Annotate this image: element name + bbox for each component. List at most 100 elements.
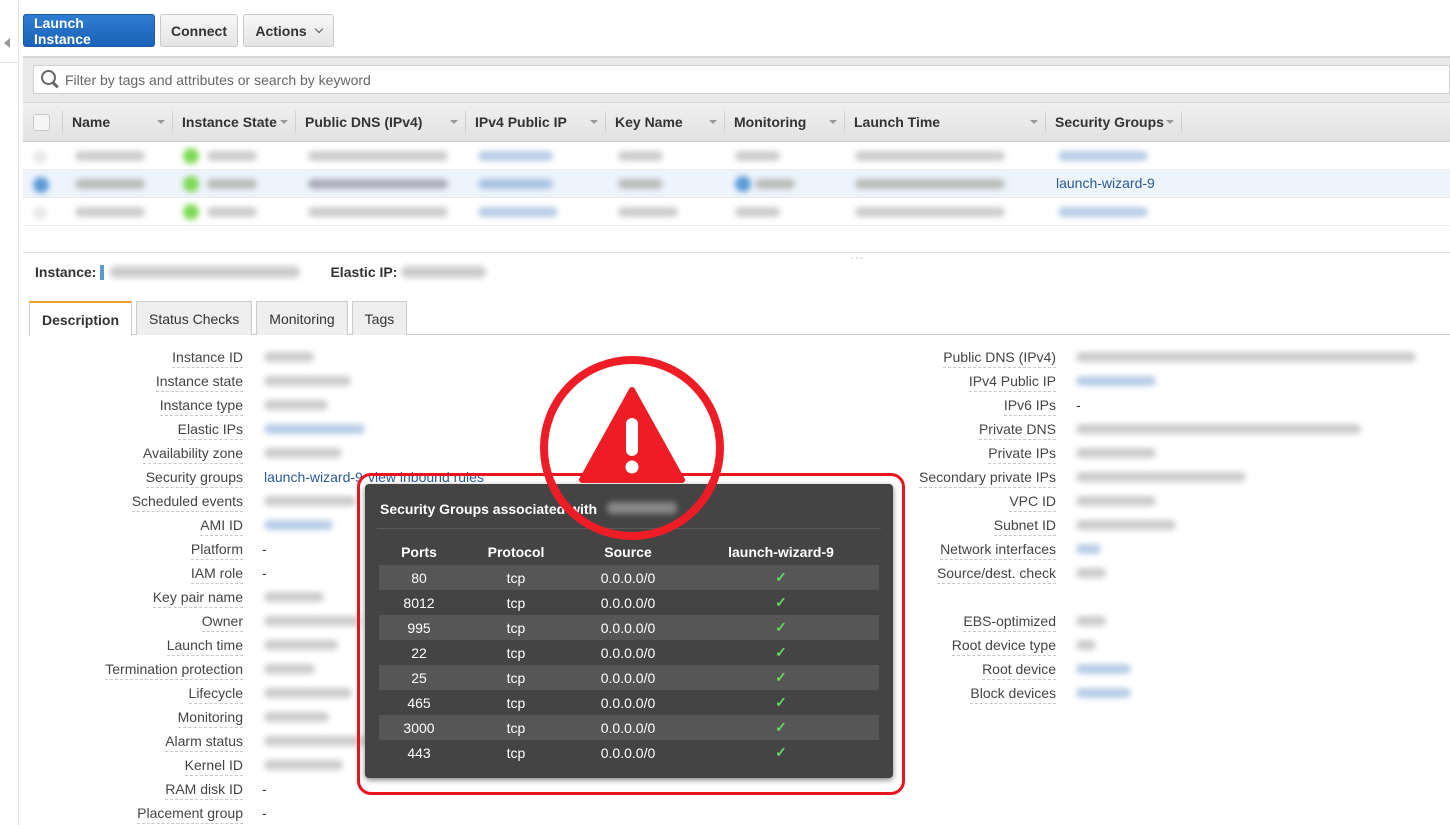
sort-caret-icon (590, 120, 598, 124)
redacted-key (618, 179, 663, 189)
connect-button[interactable]: Connect (160, 14, 238, 47)
detail-value: - (262, 781, 267, 797)
detail-label: Secondary private IPs (919, 469, 1056, 488)
row-radio-selected[interactable] (33, 177, 49, 193)
redacted-key (618, 151, 663, 161)
tab-monitoring[interactable]: Monitoring (256, 301, 348, 335)
redacted-ip (478, 151, 553, 161)
toolbar: Launch Instance Connect Actions (23, 14, 334, 47)
detail-field: Private DNS (0, 417, 1361, 441)
sort-caret-icon (1030, 120, 1038, 124)
sort-caret-icon (1166, 120, 1174, 124)
warning-annotation (540, 356, 724, 540)
column-header-instance-state[interactable]: Instance State (172, 111, 295, 133)
redacted-monitoring (755, 179, 795, 189)
chevron-down-icon (314, 24, 323, 33)
detail-field: IPv4 Public IP (0, 369, 1156, 393)
column-label: Public DNS (IPv4) (305, 114, 423, 130)
select-all-checkbox[interactable] (33, 113, 50, 131)
detail-field: Placement group - (0, 801, 267, 825)
column-header-monitoring[interactable]: Monitoring (724, 111, 844, 133)
detail-label: Root device (982, 661, 1056, 680)
table-header: Name Instance State Public DNS (IPv4) IP… (23, 102, 1450, 142)
detail-field: Private IPs (0, 441, 1156, 465)
redacted-monitoring (735, 151, 780, 161)
detail-field: IPv6 IPs - (0, 393, 1081, 417)
column-label: Key Name (615, 114, 683, 130)
redacted-name (75, 207, 145, 217)
instance-label: Instance: (35, 264, 97, 280)
redacted-key (618, 207, 678, 217)
table-row-selected[interactable]: launch-wizard-9 (23, 170, 1450, 198)
search-icon (40, 69, 62, 91)
column-header-launch-time[interactable]: Launch Time (844, 111, 1045, 133)
detail-label: Subnet ID (993, 517, 1056, 536)
redacted-value (1076, 352, 1416, 362)
search-input[interactable] (62, 66, 1449, 93)
detail-label: Private DNS (978, 421, 1056, 440)
resize-handle[interactable]: ◦◦◦ (851, 255, 864, 262)
column-header-name[interactable]: Name (62, 111, 172, 133)
redacted-monitoring (735, 207, 780, 217)
redacted-ip (478, 179, 553, 189)
detail-field: Public DNS (IPv4) (0, 345, 1416, 369)
redacted-instance-id (110, 266, 301, 278)
redacted-value (1076, 640, 1096, 650)
tab-status-checks[interactable]: Status Checks (136, 301, 253, 335)
actions-label: Actions (255, 22, 307, 39)
sort-caret-icon (280, 120, 288, 124)
redacted-elastic-ip (401, 266, 487, 278)
monitoring-icon (735, 176, 751, 192)
instance-summary: Instance: Elastic IP: (35, 264, 487, 280)
detail-label: Kernel ID (184, 757, 243, 776)
redacted-value (1076, 616, 1106, 626)
row-checkbox[interactable] (33, 207, 47, 219)
collapse-nav-icon[interactable] (4, 38, 10, 48)
detail-label: Monitoring (177, 709, 243, 728)
detail-field: Alarm status (0, 729, 366, 753)
column-label: IPv4 Public IP (475, 114, 567, 130)
redacted-dns (308, 179, 448, 189)
column-header-public-dns[interactable]: Public DNS (IPv4) (295, 111, 465, 133)
redacted-state (207, 179, 257, 189)
redacted-name (75, 179, 145, 189)
tab-tags[interactable]: Tags (351, 301, 408, 335)
redacted-state (207, 151, 257, 161)
table-row[interactable] (23, 142, 1450, 170)
tab-description[interactable]: Description (29, 301, 133, 336)
security-group-link[interactable]: launch-wizard-9 (1056, 175, 1155, 191)
redacted-security-group (1058, 151, 1148, 161)
pane-divider (23, 252, 1450, 253)
table-row[interactable] (23, 198, 1450, 226)
redacted-value (1076, 568, 1106, 578)
detail-label: EBS-optimized (963, 613, 1056, 632)
redacted-value (1076, 544, 1101, 554)
column-header-ipv4-public-ip[interactable]: IPv4 Public IP (465, 111, 605, 133)
detail-field: RAM disk ID - (0, 777, 267, 801)
redacted-value (264, 760, 343, 770)
detail-label: Block devices (970, 685, 1056, 704)
detail-label: RAM disk ID (165, 781, 243, 800)
detail-label: IPv4 Public IP (968, 373, 1056, 392)
status-running-icon (183, 176, 199, 192)
detail-label: Private IPs (988, 445, 1056, 464)
warning-triangle-icon (579, 387, 685, 483)
redacted-state (207, 207, 257, 217)
instance-color-marker (100, 264, 105, 280)
redacted-value (1076, 424, 1361, 434)
column-header-key-name[interactable]: Key Name (605, 111, 724, 133)
sort-caret-icon (709, 120, 717, 124)
column-label: Security Groups (1055, 114, 1164, 130)
status-running-icon (183, 148, 199, 164)
detail-label: Placement group (137, 805, 243, 824)
detail-label: Public DNS (IPv4) (943, 349, 1056, 368)
launch-instance-button[interactable]: Launch Instance (23, 14, 155, 47)
column-label: Name (72, 114, 111, 130)
redacted-value (1076, 376, 1156, 386)
column-header-security-groups[interactable]: Security Groups (1045, 111, 1182, 133)
redacted-security-group (1058, 207, 1148, 217)
row-checkbox[interactable] (33, 151, 47, 163)
redacted-value (1076, 688, 1131, 698)
actions-button[interactable]: Actions (243, 14, 334, 47)
detail-label: VPC ID (1009, 493, 1056, 512)
